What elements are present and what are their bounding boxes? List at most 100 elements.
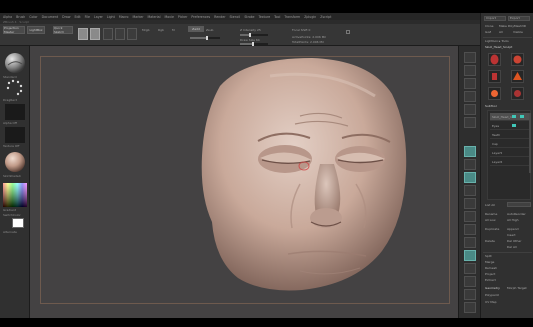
lsym-icon[interactable]	[464, 185, 476, 196]
quick-sketch-button[interactable]: Quick Sketch	[53, 26, 73, 34]
menu-item-layer[interactable]: Layer	[94, 15, 103, 19]
visible-button[interactable]: Visible	[513, 30, 523, 34]
rename-button[interactable]: Rename	[485, 212, 497, 216]
alternate-label[interactable]: Alternate	[3, 230, 17, 234]
actual-icon[interactable]	[464, 104, 476, 115]
floor-icon[interactable]	[464, 159, 476, 170]
subtool-row[interactable]: Teeth	[490, 131, 530, 139]
current-tool-name[interactable]: Skull_Head_Sculpt	[485, 45, 512, 49]
move-mode-button[interactable]	[103, 28, 113, 40]
rotate-mode-button[interactable]	[127, 28, 137, 40]
menu-item-file[interactable]: File	[85, 15, 90, 19]
all-high-button[interactable]: All High	[507, 218, 519, 222]
morph-target-section[interactable]: Morph Target	[507, 286, 527, 290]
zadd-button[interactable]: Zadd	[188, 26, 204, 32]
frame-icon[interactable]	[464, 211, 476, 222]
z-intensity-knob[interactable]	[248, 33, 251, 37]
insert-button[interactable]: Insert	[507, 233, 516, 237]
edit-mode-button[interactable]	[78, 28, 88, 40]
polypaint-section[interactable]: Polypaint	[485, 293, 499, 297]
local-icon[interactable]	[464, 172, 476, 183]
extract-section[interactable]: Extract	[485, 278, 496, 282]
rgb-intensity-knob[interactable]	[205, 36, 208, 40]
menu-item-alpha[interactable]: Alpha	[3, 15, 12, 19]
material-icon[interactable]	[4, 151, 26, 173]
sculpt-head[interactable]	[30, 46, 458, 318]
color-picker[interactable]	[3, 183, 27, 207]
draw-mode-button[interactable]	[90, 28, 100, 40]
menu-item-brush[interactable]: Brush	[16, 15, 25, 19]
append-button[interactable]: Append	[507, 227, 519, 231]
rotate-icon[interactable]	[464, 250, 476, 261]
move-icon[interactable]	[464, 224, 476, 235]
menu-item-texture[interactable]: Texture	[258, 15, 270, 19]
menu-item-stencil[interactable]: Stencil	[230, 15, 241, 19]
subtool-row[interactable]: Layer5	[490, 149, 530, 157]
menu-item-draw[interactable]: Draw	[62, 15, 70, 19]
clone-button[interactable]: Clone	[485, 24, 494, 28]
delete-button[interactable]: Delete	[485, 239, 495, 243]
rgb-toggle[interactable]: Rgb	[158, 28, 164, 32]
menu-item-color[interactable]: Color	[29, 15, 37, 19]
subtool-scrollbar[interactable]	[529, 113, 531, 173]
menu-item-edit[interactable]: Edit	[74, 15, 80, 19]
subtool-row[interactable]: Cap	[490, 140, 530, 148]
texture-slot[interactable]	[5, 127, 25, 143]
draw-size-slider[interactable]	[240, 42, 268, 46]
menu-item-zscript[interactable]: Zscript	[320, 15, 331, 19]
menu-item-tool[interactable]: Tool	[274, 15, 280, 19]
ghost-icon[interactable]	[464, 289, 476, 300]
make-polymesh-button[interactable]: Make PolyMesh3D	[499, 24, 526, 28]
rgb-intensity-slider[interactable]	[190, 36, 220, 40]
polypaint-icon[interactable]	[520, 115, 524, 118]
subtool-row[interactable]: Layer6	[490, 158, 530, 166]
merge-section[interactable]: Merge	[485, 260, 494, 264]
primary-color-swatch[interactable]	[12, 218, 24, 228]
mrgb-toggle[interactable]: Mrgb	[142, 28, 150, 32]
scroll-arrows[interactable]	[507, 202, 531, 207]
m-toggle[interactable]: M	[172, 28, 175, 32]
transp-icon[interactable]	[464, 276, 476, 287]
duplicate-button[interactable]: Duplicate	[485, 227, 499, 231]
spix-icon[interactable]	[464, 65, 476, 76]
projection-master-button[interactable]: Projection Master	[3, 26, 25, 34]
tool-thumbnail-polymesh[interactable]	[511, 70, 524, 83]
menu-item-transform[interactable]: Transform	[284, 15, 300, 19]
canvas-viewport[interactable]	[30, 46, 458, 318]
visibility-icon[interactable]	[512, 115, 516, 118]
gradient-label[interactable]: Gradient	[3, 208, 16, 212]
aahalf-icon[interactable]	[464, 117, 476, 128]
menu-item-document[interactable]: Document	[42, 15, 59, 19]
goz-button[interactable]: GoZ	[485, 30, 491, 34]
subtool-header[interactable]: SubTool	[485, 104, 497, 108]
all-button[interactable]: All	[499, 30, 503, 34]
all-low-button[interactable]: All Low	[485, 218, 496, 222]
stroke-icon[interactable]	[5, 79, 25, 97]
zoom-icon[interactable]	[464, 91, 476, 102]
alpha-slot[interactable]	[5, 104, 25, 120]
zsub-button[interactable]: Zsub	[206, 28, 213, 32]
switch-color-label[interactable]: SwitchColor	[3, 213, 21, 217]
z-intensity-slider[interactable]	[240, 33, 268, 37]
menu-item-render[interactable]: Render	[214, 15, 225, 19]
menu-item-zplugin[interactable]: Zplugin	[304, 15, 316, 19]
subtool-row[interactable]: Eyes	[490, 122, 530, 130]
tool-thumbnail-cylinder[interactable]	[488, 70, 501, 83]
scale-icon[interactable]	[464, 237, 476, 248]
menu-item-marker[interactable]: Marker	[133, 15, 144, 19]
solo-icon[interactable]	[464, 302, 476, 313]
geometry-section[interactable]: Geometry	[485, 286, 500, 290]
polyf-icon[interactable]	[464, 263, 476, 274]
subtool-row[interactable]: Skull_Head_1	[490, 113, 530, 121]
bpr-icon[interactable]	[464, 52, 476, 63]
lightbox-button[interactable]: LightBox	[27, 26, 45, 34]
tool-thumbnail-star[interactable]	[488, 87, 501, 100]
autoreorder-button[interactable]: AutoReorder	[507, 212, 526, 216]
menu-item-preferences[interactable]: Preferences	[191, 15, 210, 19]
menu-item-light[interactable]: Light	[107, 15, 115, 19]
visibility-icon[interactable]	[512, 124, 516, 127]
tool-thumbnail-simple-brush[interactable]	[511, 87, 524, 100]
split-section[interactable]: Split	[485, 254, 492, 258]
del-other-button[interactable]: Del Other	[507, 239, 521, 243]
menu-item-material[interactable]: Material	[148, 15, 161, 19]
